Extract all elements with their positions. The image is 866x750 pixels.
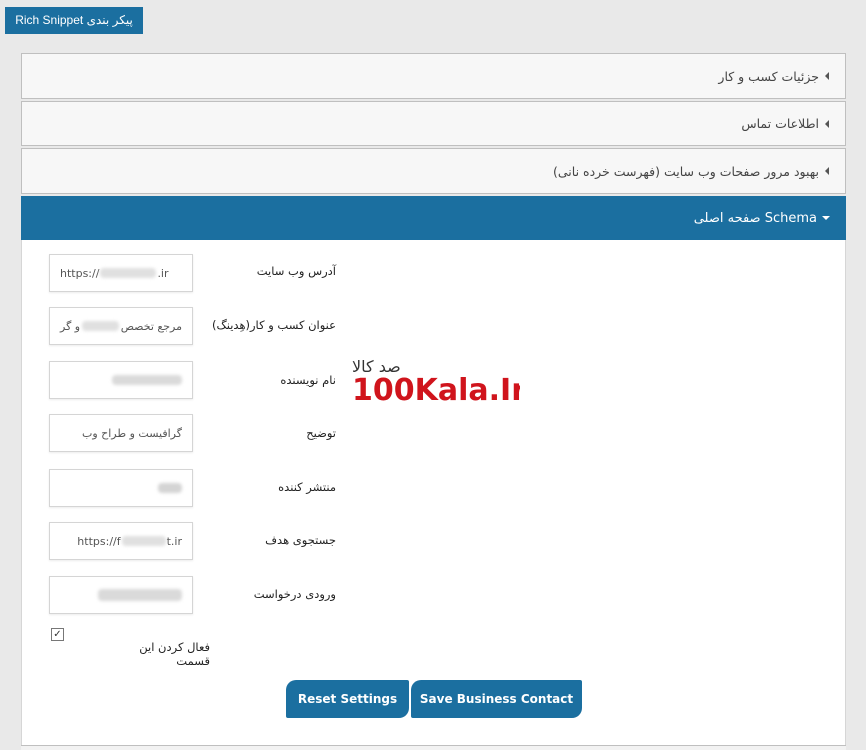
caret-left-icon bbox=[825, 72, 829, 80]
enable-section-label: فعال کردن این قسمت bbox=[139, 640, 210, 668]
accordion-business-details[interactable]: جزئیات کسب و کار bbox=[21, 53, 846, 99]
accordion-contact-info[interactable]: اطلاعات تماس bbox=[21, 101, 846, 146]
publisher-label: منتشر کننده bbox=[278, 480, 336, 494]
description-label: توضیح bbox=[306, 426, 336, 440]
caret-left-icon bbox=[825, 167, 829, 175]
next-panel-edge bbox=[21, 745, 846, 750]
caret-left-icon bbox=[825, 119, 829, 128]
query-input-label: ورودی درخواست bbox=[253, 587, 336, 601]
watermark-logo: صد کالا 100Kala.Ir bbox=[352, 357, 520, 406]
accordion-title: بهبود مرور صفحات وب سایت (فهرست خرده نان… bbox=[553, 163, 819, 179]
caret-down-icon bbox=[822, 216, 830, 220]
search-target-label: جستجوی هدف bbox=[265, 533, 336, 547]
website-url-label: آدرس وب سایت bbox=[256, 264, 336, 278]
save-business-contact-button[interactable]: Save Business Contact bbox=[411, 680, 582, 718]
reset-settings-button[interactable]: Reset Settings bbox=[286, 680, 409, 718]
schema-form: https:// .ir آدرس وب سایت مرجع تخصص و گر… bbox=[21, 240, 846, 745]
accordion-breadcrumbs[interactable]: بهبود مرور صفحات وب سایت (فهرست خرده نان… bbox=[21, 148, 846, 194]
watermark-text: 100Kala.Ir bbox=[352, 373, 520, 406]
redacted-blur bbox=[100, 268, 157, 278]
accordion-title: اطلاعات تماس bbox=[741, 116, 819, 131]
accordion-title: Schema صفحه اصلی bbox=[693, 210, 817, 226]
accordion-schema-homepage[interactable]: Schema صفحه اصلی bbox=[21, 196, 846, 240]
author-name-label: نام نویسنده bbox=[280, 373, 336, 387]
rich-snippet-config-button[interactable]: پیکر بندی Rich Snippet bbox=[5, 7, 143, 34]
business-title-label: عنوان کسب و کار(هِدینگ) bbox=[211, 318, 336, 332]
redacted-blur bbox=[82, 321, 119, 331]
accordion-title: جزئیات کسب و کار bbox=[718, 68, 819, 84]
enable-section-checkbox[interactable]: ✓ bbox=[51, 628, 64, 641]
redacted-blur bbox=[121, 536, 166, 546]
